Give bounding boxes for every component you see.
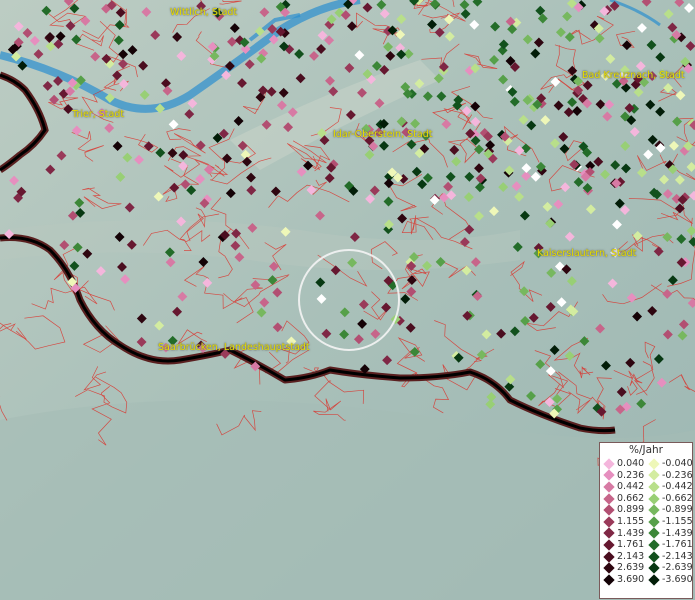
legend-value: -0.236 [662,469,693,481]
legend-entry-negative: -3.690 [647,573,693,586]
legend-swatch [648,539,660,551]
legend: %/Jahr 0.040 -0.040 0.236 -0.236 0.442 -0.442… [599,442,693,599]
legend-title: %/Jahr [628,444,664,456]
legend-row: 0.236 -0.236 [602,469,693,482]
legend-row: 1.439 -1.439 [602,527,693,540]
map-view[interactable]: Wittlich, Stadt Bad Kreuznach, Stadt Tri… [0,0,695,600]
legend-value: -0.899 [662,504,693,516]
legend-swatch [648,481,660,493]
city-label: Trier, Stadt [72,109,125,120]
legend-value: 1.761 [617,539,645,551]
city-label: Saarbrücken, Landeshauptstadt [158,342,310,353]
legend-value: -1.761 [662,539,693,551]
legend-entry-negative: -0.236 [647,469,693,482]
legend-row: 1.761 -1.761 [602,539,693,551]
legend-value: -1.439 [662,527,693,539]
legend-value: -0.662 [662,492,693,504]
legend-entry-negative: -1.761 [647,539,693,551]
legend-row: 0.899 -0.899 [602,504,693,516]
legend-row: 1.155 -1.155 [602,515,693,528]
legend-value: -0.442 [662,481,693,493]
legend-swatch [648,562,660,574]
legend-swatch [603,539,615,551]
legend-swatch [648,492,660,505]
legend-entry-positive: 0.442 [602,481,647,493]
legend-value: 0.040 [617,458,645,469]
legend-swatch [603,527,615,540]
legend-swatch [648,469,660,482]
legend-entry-negative: -1.439 [647,527,693,540]
legend-row: 0.662 -0.662 [602,492,693,505]
legend-entry-positive: 2.639 [602,562,647,574]
legend-value: 2.143 [617,550,645,562]
legend-value: -2.639 [662,562,693,574]
legend-row: 3.690 -3.690 [602,573,693,586]
legend-value: 0.442 [617,481,645,493]
legend-swatch [603,574,615,586]
legend-swatch [603,504,615,516]
legend-swatch [648,574,660,586]
legend-swatch [603,516,615,528]
legend-swatch [648,550,660,563]
legend-swatch [648,458,660,470]
legend-swatch [648,516,660,528]
legend-value: 2.639 [617,562,645,574]
legend-entry-positive: 0.899 [602,504,647,516]
legend-value: 0.236 [617,469,645,481]
legend-row: 0.442 -0.442 [602,481,693,493]
legend-row: 2.143 -2.143 [602,550,693,563]
legend-value: -1.155 [662,515,693,527]
legend-entry-negative: -0.899 [647,504,693,516]
city-label: Kaiserslautern, Stadt [537,248,637,259]
city-label: Idar-Oberstein, Stadt [333,129,433,140]
legend-value: 0.899 [617,504,645,516]
legend-swatch [603,458,615,470]
legend-value: 1.155 [617,515,645,527]
legend-entry-positive: 1.439 [602,528,647,540]
legend-swatch [603,562,615,574]
city-label: Bad Kreuznach, Stadt [582,70,685,81]
legend-entry-negative: -0.662 [647,492,693,505]
legend-value: -2.143 [662,550,693,562]
legend-entry-negative: -1.155 [647,515,693,528]
legend-rows: 0.040 -0.040 0.236 -0.236 0.442 -0.442 0.662 -0… [602,458,693,586]
legend-entry-negative: -0.442 [647,481,693,493]
legend-entry-positive: 1.155 [602,516,647,528]
legend-swatch [603,469,615,482]
legend-entry-positive: 0.236 [602,470,647,482]
map-layer [0,0,695,600]
legend-value: 3.690 [617,573,645,585]
legend-swatch [603,492,615,505]
legend-swatch [603,481,615,493]
legend-entry-positive: 1.761 [602,539,647,551]
legend-swatch [648,504,660,516]
legend-row: 0.040 -0.040 [602,458,693,470]
legend-row: 2.639 -2.639 [602,562,693,574]
legend-swatch [603,550,615,563]
legend-entry-positive: 0.662 [602,493,647,505]
city-label: Wittlich, Stadt [170,7,238,18]
legend-entry-positive: 3.690 [602,574,647,586]
legend-entry-positive: 2.143 [602,551,647,563]
legend-entry-negative: -2.639 [647,562,693,574]
legend-entry-negative: -0.040 [647,458,693,470]
legend-value: 1.439 [617,527,645,539]
legend-swatch [648,527,660,540]
legend-value: 0.662 [617,492,645,504]
legend-value: -3.690 [662,573,693,585]
legend-entry-negative: -2.143 [647,550,693,563]
legend-entry-positive: 0.040 [602,458,647,470]
legend-value: -0.040 [662,458,693,469]
